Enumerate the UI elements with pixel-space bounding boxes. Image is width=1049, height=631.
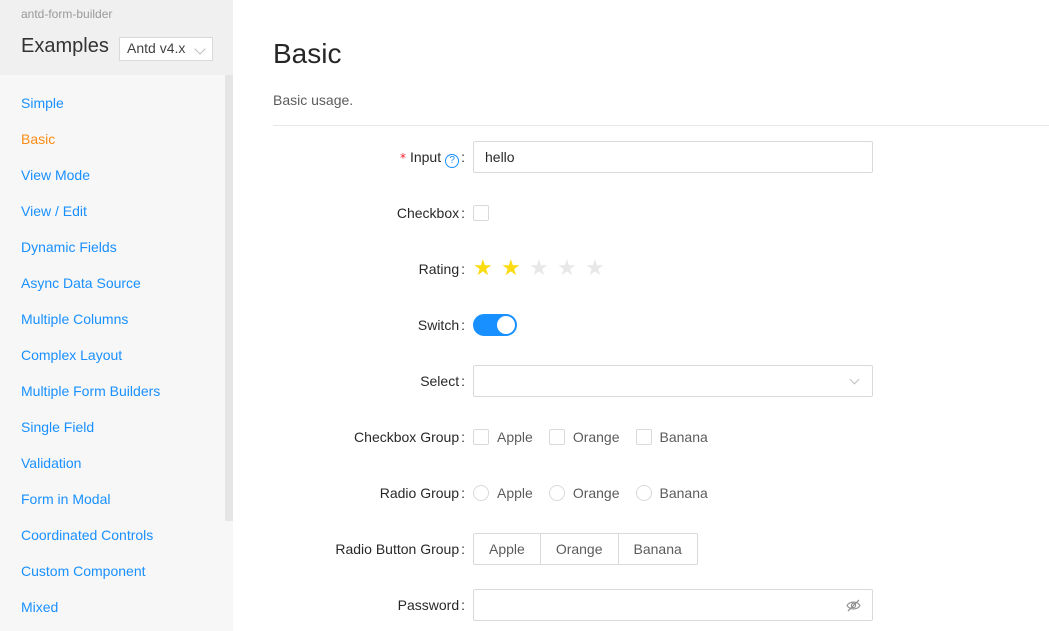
form-row-password: Password: xyxy=(233,589,1049,621)
star-icon[interactable]: ★ xyxy=(501,253,521,285)
form-row-input: * Input?: hello xyxy=(233,141,1049,173)
star-icon[interactable]: ★ xyxy=(473,253,493,285)
checkbox[interactable] xyxy=(635,429,652,445)
switch-toggle[interactable] xyxy=(473,314,517,336)
radio-button-group: Apple Orange Banana xyxy=(473,533,698,565)
sidebar-title: Examples xyxy=(21,35,109,57)
checkbox-option-orange[interactable]: Orange xyxy=(548,421,620,453)
sidebar-item-coordinated-controls[interactable]: Coordinated Controls xyxy=(0,517,225,553)
sidebar-nav: Simple Basic View Mode View / Edit Dynam… xyxy=(0,85,225,625)
password-field[interactable] xyxy=(473,589,873,621)
question-circle-icon[interactable]: ? xyxy=(445,154,460,168)
checkbox-option-banana[interactable]: Banana xyxy=(635,421,708,453)
form-row-radio-button-group: Radio Button Group: Apple Orange Banana xyxy=(233,533,1049,565)
form-row-rating: Rating: ★ ★ ★ ★ ★ xyxy=(233,253,1049,285)
form-label-input: * Input?: xyxy=(399,149,465,168)
form-label-text: Rating xyxy=(418,261,460,277)
sidebar-item-custom-component[interactable]: Custom Component xyxy=(0,553,225,589)
sidebar-item-basic[interactable]: Basic xyxy=(0,121,225,157)
eye-invisible-icon[interactable] xyxy=(846,599,861,612)
radio-option-apple[interactable]: Apple xyxy=(473,477,533,509)
checkbox[interactable] xyxy=(548,429,565,445)
switch-knob xyxy=(497,316,515,334)
form-label-checkbox-group: Checkbox Group: xyxy=(354,429,465,445)
sidebar-item-mixed[interactable]: Mixed xyxy=(0,589,225,625)
form-label-text: Radio Button Group xyxy=(335,541,460,557)
form-label-rating: Rating: xyxy=(418,261,465,277)
star-icon[interactable]: ★ xyxy=(585,253,605,285)
sidebar-item-single-field[interactable]: Single Field xyxy=(0,409,225,445)
form-label-radio-group: Radio Group: xyxy=(379,485,465,501)
sidebar-item-view-edit[interactable]: View / Edit xyxy=(0,193,225,229)
form-label-select: Select: xyxy=(420,373,465,389)
checkbox[interactable] xyxy=(473,429,489,445)
sidebar-item-validation[interactable]: Validation xyxy=(0,445,225,481)
radio-button-banana[interactable]: Banana xyxy=(617,533,698,565)
input-field[interactable]: hello xyxy=(473,141,873,173)
sidebar-item-multiple-columns[interactable]: Multiple Columns xyxy=(0,301,225,337)
sidebar-item-async-data-source[interactable]: Async Data Source xyxy=(0,265,225,301)
star-icon[interactable]: ★ xyxy=(529,253,549,285)
radio[interactable] xyxy=(635,485,652,501)
form-row-radio-group: Radio Group: Apple Orange Banana xyxy=(233,477,1049,509)
form-label-password: Password: xyxy=(397,597,465,613)
radio-button-orange[interactable]: Orange xyxy=(539,533,619,565)
version-select-value: Antd v4.x xyxy=(127,40,186,56)
select-dropdown[interactable] xyxy=(473,365,873,397)
radio-button-apple[interactable]: Apple xyxy=(473,533,541,565)
form-label-text: Switch xyxy=(417,317,460,333)
divider xyxy=(273,125,1049,126)
sidebar-item-complex-layout[interactable]: Complex Layout xyxy=(0,337,225,373)
main-content: Basic Basic usage. * Input?: hello Checkb… xyxy=(233,0,1049,631)
chevron-down-icon xyxy=(849,374,860,385)
form-label-radio-button-group: Radio Button Group: xyxy=(335,541,465,557)
form-row-checkbox: Checkbox: xyxy=(233,197,1049,229)
sidebar-header: antd-form-builder Examples Antd v4.x xyxy=(0,0,233,75)
app-name: antd-form-builder xyxy=(21,7,113,21)
page-title: Basic xyxy=(273,38,342,69)
radio-option-banana[interactable]: Banana xyxy=(635,477,708,509)
star-icon[interactable]: ★ xyxy=(557,253,577,285)
version-select[interactable]: Antd v4.x xyxy=(119,37,213,61)
checkbox-option-apple[interactable]: Apple xyxy=(473,421,533,453)
form-row-select: Select: xyxy=(233,365,1049,397)
form-label-text: Password xyxy=(397,597,460,613)
checkbox[interactable] xyxy=(473,205,489,221)
rating-stars: ★ ★ ★ ★ ★ xyxy=(473,253,613,285)
form-row-switch: Switch: xyxy=(233,309,1049,341)
sidebar-item-simple[interactable]: Simple xyxy=(0,85,225,121)
sidebar-item-view-mode[interactable]: View Mode xyxy=(0,157,225,193)
form-label-text: Checkbox xyxy=(396,205,460,221)
radio[interactable] xyxy=(473,485,489,501)
sidebar: antd-form-builder Examples Antd v4.x Sim… xyxy=(0,0,233,631)
form-label-text: Select xyxy=(420,373,460,389)
sidebar-item-form-in-modal[interactable]: Form in Modal xyxy=(0,481,225,517)
form-label-text: Checkbox Group xyxy=(354,429,460,445)
sidebar-item-multiple-form-builders[interactable]: Multiple Form Builders xyxy=(0,373,225,409)
form-label-switch: Switch: xyxy=(417,317,465,333)
sidebar-item-dynamic-fields[interactable]: Dynamic Fields xyxy=(0,229,225,265)
radio-option-orange[interactable]: Orange xyxy=(548,477,620,509)
form-label-text: Input xyxy=(409,149,442,165)
radio[interactable] xyxy=(548,485,565,501)
page-description: Basic usage. xyxy=(273,92,354,108)
form-label-checkbox: Checkbox: xyxy=(396,205,465,221)
sidebar-scrollbar[interactable] xyxy=(225,75,233,521)
required-mark: * xyxy=(399,151,406,165)
chevron-down-icon xyxy=(194,43,206,55)
form-label-text: Radio Group xyxy=(379,485,460,501)
form-row-checkbox-group: Checkbox Group: Apple Orange Banana xyxy=(233,421,1049,453)
